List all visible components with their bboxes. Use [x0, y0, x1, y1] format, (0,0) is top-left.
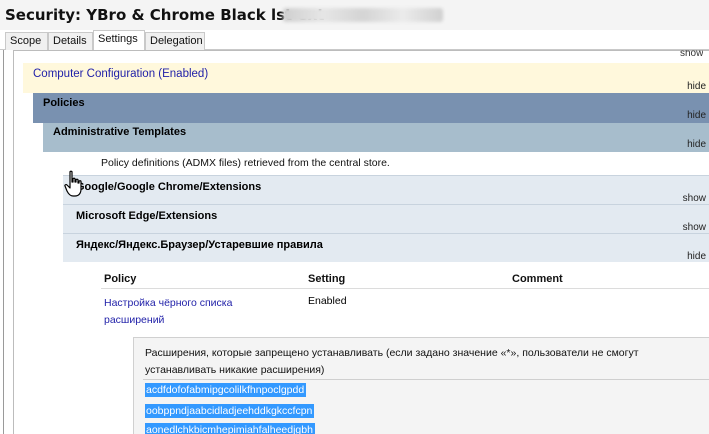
tab-details[interactable]: Details	[48, 32, 93, 50]
category-label: Google/Google Chrome/Extensions	[76, 181, 262, 193]
column-header-policy: Policy	[104, 273, 137, 285]
policy-setting-value: Enabled	[308, 295, 347, 307]
list-item[interactable]: acdfdofofabmipgcolilkfhnpoclgpdd	[145, 383, 307, 397]
column-header-comment: Comment	[512, 273, 563, 285]
category-google-chrome-extensions[interactable]: Google/Google Chrome/Extensions show	[63, 175, 709, 204]
hand-pointer-cursor-icon	[64, 170, 82, 197]
column-header-setting: Setting	[308, 273, 346, 285]
computer-configuration-label: Computer Configuration (Enabled)	[33, 68, 209, 80]
extension-blocklist-box: Расширения, которые запрещено устанавлив…	[133, 337, 709, 434]
show-toggle-google-chrome[interactable]: show	[683, 193, 706, 204]
administrative-templates-label: Administrative Templates	[53, 126, 187, 138]
window-title-bar: Security: YBro & Chrome Black lst ext -	[0, 0, 709, 30]
show-toggle-previous-section[interactable]: show	[680, 50, 703, 60]
tab-scope[interactable]: Scope	[5, 32, 48, 50]
category-label: Яндекс/Яндекс.Браузер/Устаревшие правила	[76, 239, 323, 251]
policy-link-extension-blocklist[interactable]: Настройка чёрного списка расширений	[104, 295, 264, 329]
table-header-divider	[101, 288, 709, 289]
category-yandex-browser-legacy[interactable]: Яндекс/Яндекс.Браузер/Устаревшие правила…	[63, 233, 709, 262]
list-item[interactable]: oobppndjaabcidladjeehddkgkccfcpn	[145, 404, 315, 418]
tab-delegation[interactable]: Delegation	[145, 32, 205, 50]
computer-configuration-header[interactable]: Computer Configuration (Enabled) hide	[23, 63, 709, 93]
tab-settings[interactable]: Settings	[93, 30, 145, 51]
admx-source-description: Policy definitions (ADMX files) retrieve…	[101, 157, 390, 169]
blocklist-description: Расширения, которые запрещено устанавлив…	[145, 347, 639, 376]
hide-toggle-policies[interactable]: hide	[687, 110, 706, 121]
policies-label: Policies	[43, 97, 85, 109]
redacted-title-text	[283, 8, 443, 22]
hide-toggle-computer-configuration[interactable]: hide	[687, 81, 706, 92]
policies-header[interactable]: Policies hide	[33, 93, 709, 123]
show-toggle-microsoft-edge[interactable]: show	[683, 222, 706, 233]
hide-toggle-administrative-templates[interactable]: hide	[687, 139, 706, 150]
blocklist-divider	[143, 379, 709, 380]
list-item[interactable]: aonedlchkbicmhepimiahfalheedjgbh	[145, 423, 315, 434]
hide-toggle-yandex-browser[interactable]: hide	[687, 251, 706, 262]
tab-strip: Scope Details Settings Delegation	[0, 30, 709, 51]
category-microsoft-edge-extensions[interactable]: Microsoft Edge/Extensions show	[63, 204, 709, 233]
administrative-templates-header[interactable]: Administrative Templates hide	[43, 123, 709, 152]
category-label: Microsoft Edge/Extensions	[76, 210, 218, 222]
